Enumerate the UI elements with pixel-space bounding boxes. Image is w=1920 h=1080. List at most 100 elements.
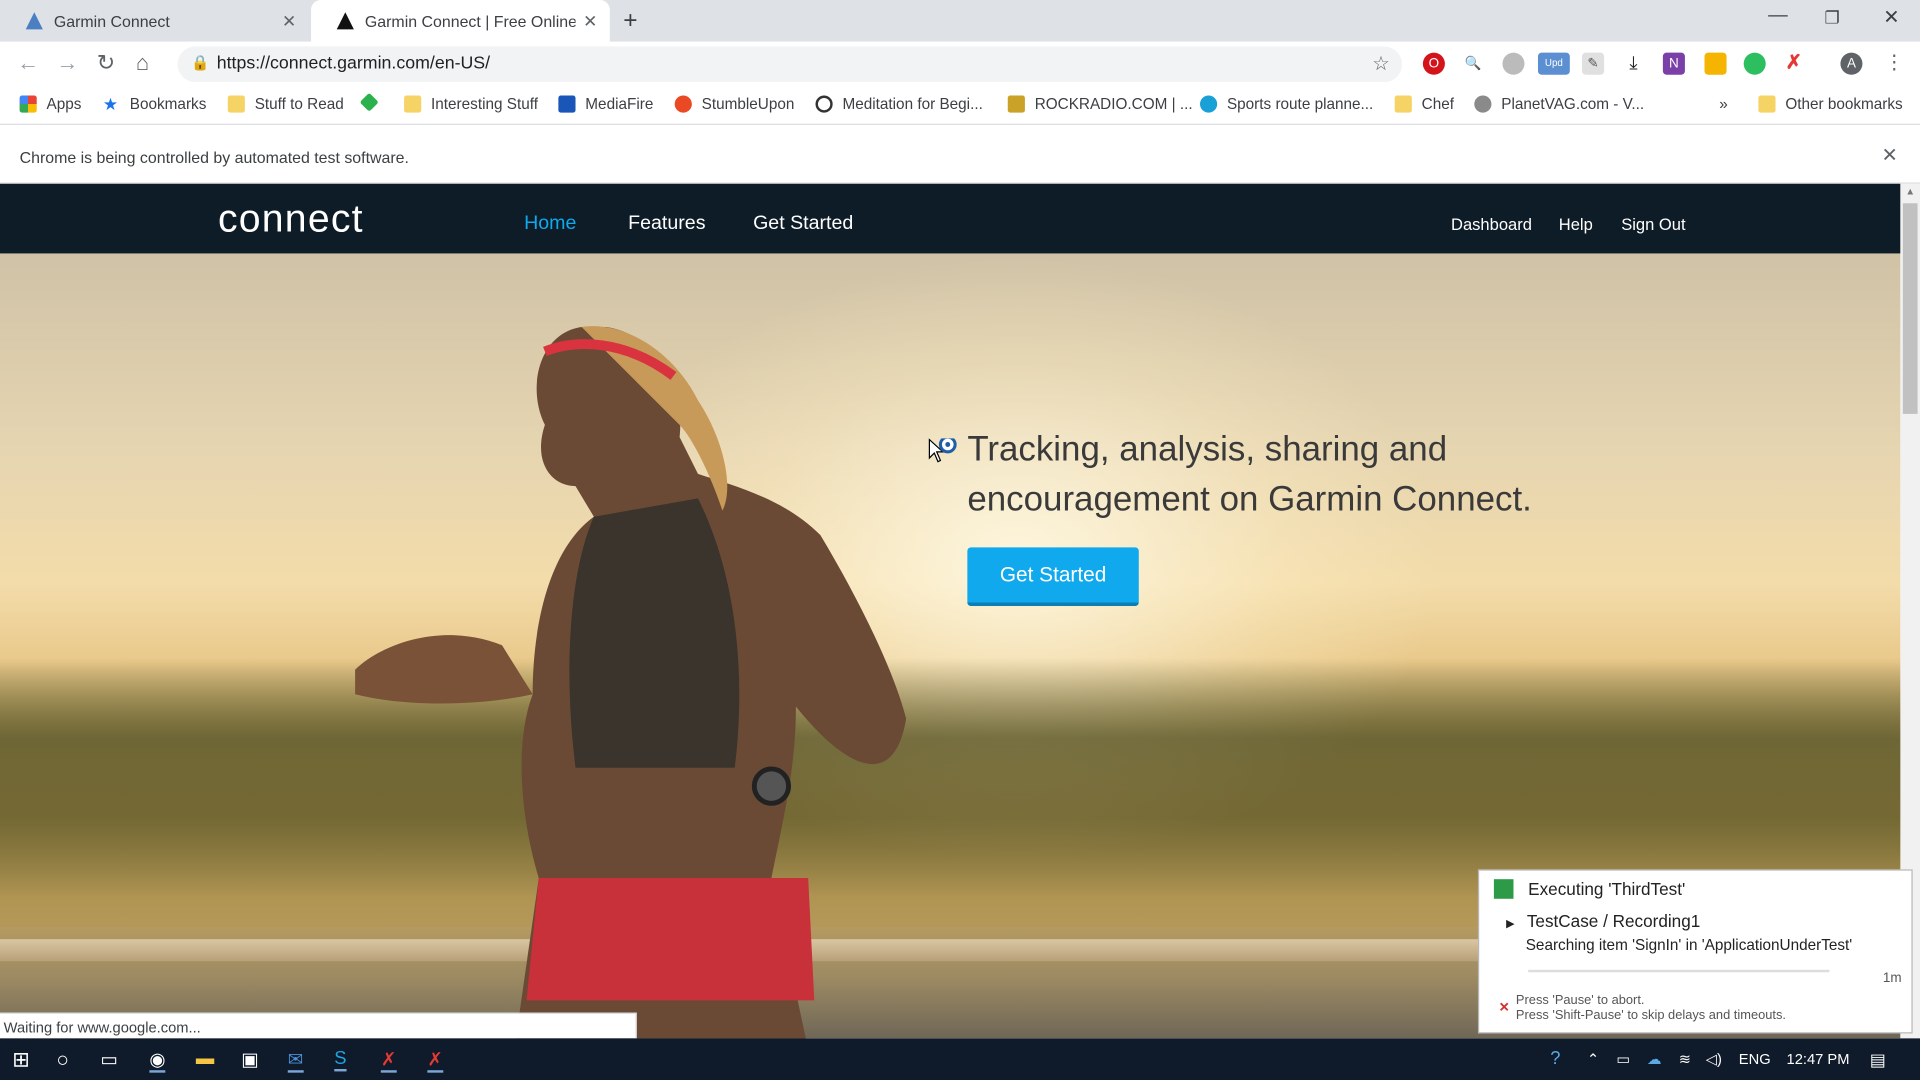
bookmark-stumbleupon[interactable]: StumbleUpon	[674, 95, 794, 113]
scroll-up-arrow-icon[interactable]: ▲	[1905, 186, 1915, 197]
automation-infobar: Chrome is being controlled by automated …	[0, 126, 1920, 184]
tab-title: Garmin Connect | Free Online Fit	[364, 11, 576, 31]
folder-icon	[404, 95, 422, 113]
bookmark-rockradio[interactable]: ROCKRADIO.COM | ...	[1007, 95, 1193, 113]
hero-title: Tracking, analysis, sharing and encourag…	[967, 429, 1532, 520]
tab-title: Garmin Connect	[53, 11, 170, 31]
mouse-pointer-icon	[928, 438, 957, 463]
tab-garmin-connect[interactable]: Garmin Connect ✕	[0, 0, 309, 42]
play-arrow-icon: ▶	[1506, 917, 1515, 930]
bookmark-star-icon[interactable]: ☆	[1372, 51, 1390, 75]
nav-home[interactable]: Home	[524, 213, 576, 235]
language-indicator[interactable]: ENG	[1739, 1051, 1771, 1068]
bookmark-feedly[interactable]	[359, 92, 385, 112]
garmin-triangle-icon	[336, 11, 356, 31]
edit-extension-icon[interactable]: ✎	[1582, 52, 1605, 75]
onedrive-icon[interactable]: ☁	[1647, 1051, 1662, 1068]
download-icon[interactable]: ⤓	[1622, 52, 1645, 75]
testcase-row: ▶ TestCase / Recording1	[1506, 911, 1700, 931]
wifi-icon[interactable]: ≋	[1679, 1051, 1691, 1068]
connect-logo[interactable]: connect	[218, 196, 364, 241]
bookmark-planetvag[interactable]: PlanetVAG.com - V...	[1474, 95, 1645, 113]
forward-arrow-icon[interactable]: →	[56, 50, 78, 76]
bookmark-bookmarks[interactable]: ★ Bookmarks	[103, 96, 207, 113]
url-text[interactable]: https://connect.garmin.com/en-US/	[217, 54, 490, 74]
task-view-icon[interactable]: ▭	[100, 1048, 117, 1070]
bookmark-label: Other bookmarks	[1785, 95, 1903, 113]
scrollbar-thumb[interactable]	[1902, 203, 1918, 414]
bookmark-stuff-to-read[interactable]: Stuff to Read	[227, 95, 344, 113]
bookmark-interesting-stuff[interactable]: Interesting Stuff	[404, 95, 538, 113]
magnifier-extension-icon[interactable]: 🔍	[1462, 52, 1485, 75]
ranorex-extension-icon[interactable]: ✗	[1782, 52, 1805, 75]
close-window-icon[interactable]: ✕	[1883, 5, 1899, 29]
nav-features[interactable]: Features	[628, 213, 705, 235]
battery-icon[interactable]: ▭	[1616, 1051, 1630, 1068]
chevron-up-icon[interactable]: ⌃	[1587, 1051, 1599, 1068]
folder-icon	[1394, 95, 1412, 113]
bookmark-label: PlanetVAG.com - V...	[1501, 95, 1645, 113]
executing-label: Executing 'ThirdTest'	[1528, 879, 1686, 899]
infobar-text: Chrome is being controlled by automated …	[19, 148, 409, 167]
bookmark-label: Sports route planne...	[1226, 95, 1374, 113]
other-bookmarks[interactable]: Other bookmarks	[1758, 95, 1903, 113]
notifications-icon[interactable]: ▤	[1870, 1049, 1886, 1070]
chrome-taskbar-icon[interactable]: ◉	[149, 1048, 166, 1073]
bookmarks-bar: Apps ★ Bookmarks Stuff to Read Interestin…	[0, 85, 1920, 125]
back-arrow-icon[interactable]: ←	[17, 50, 39, 76]
address-bar[interactable]: 🔒 https://connect.garmin.com/en-US/ ☆	[177, 46, 1403, 83]
bookmark-label: Stuff to Read	[254, 95, 344, 113]
update-extension-icon[interactable]: Upd	[1537, 52, 1570, 75]
nav-help[interactable]: Help	[1559, 216, 1593, 234]
bookmark-sports-route[interactable]: Sports route planne...	[1200, 95, 1374, 113]
ranorex-taskbar-icon[interactable]: ✗	[380, 1048, 397, 1073]
tab-garmin-free-online[interactable]: Garmin Connect | Free Online Fit ✕	[311, 0, 610, 42]
outlook-taskbar-icon[interactable]: ✉	[287, 1048, 304, 1073]
skype-taskbar-icon[interactable]: S	[334, 1048, 347, 1072]
bookmark-label: Bookmarks	[129, 95, 207, 113]
cortana-circle-icon[interactable]: ○	[56, 1048, 69, 1072]
close-tab-icon[interactable]: ✕	[282, 10, 296, 31]
onenote-extension-icon[interactable]: N	[1662, 52, 1685, 75]
bookmark-mediafire[interactable]: MediaFire	[558, 95, 654, 113]
minimize-icon[interactable]: —	[1768, 5, 1788, 27]
app-taskbar-icon[interactable]: ▣	[241, 1048, 258, 1070]
nav-dashboard[interactable]: Dashboard	[1451, 216, 1532, 234]
stumbleupon-icon	[674, 95, 692, 113]
home-icon[interactable]: ⌂	[136, 50, 149, 76]
close-icon[interactable]: ✕	[1882, 143, 1898, 167]
new-tab-button[interactable]: +	[623, 7, 637, 35]
route-icon	[1200, 95, 1218, 113]
nav-get-started[interactable]: Get Started	[753, 213, 853, 235]
clock[interactable]: 12:47 PM	[1787, 1051, 1850, 1068]
evernote-extension-icon[interactable]	[1743, 52, 1766, 75]
restore-icon[interactable]: ❐	[1825, 7, 1840, 28]
lock-icon: 🔒	[191, 53, 210, 72]
searching-text: Searching item 'SignIn' in 'ApplicationU…	[1525, 936, 1853, 954]
ranorex-studio-taskbar-icon[interactable]: ✗	[427, 1048, 443, 1073]
close-tab-icon[interactable]: ✕	[583, 10, 597, 31]
bookmark-label: MediaFire	[585, 95, 654, 113]
get-started-button[interactable]: Get Started	[967, 547, 1139, 607]
file-explorer-icon[interactable]: ▬	[196, 1048, 214, 1069]
ring-icon	[815, 95, 833, 113]
nav-sign-out[interactable]: Sign Out	[1621, 216, 1685, 234]
windows-taskbar: ⊞ ○ ▭ ◉ ▬ ▣ ✉ S ✗ ✗ ? ⌃ ▭ ☁ ≋ ◁) ENG 12:…	[0, 1038, 1920, 1080]
more-bookmarks-button[interactable]: »	[1719, 96, 1728, 113]
star-icon: ★	[102, 94, 119, 114]
help-tray-icon[interactable]: ?	[1550, 1048, 1560, 1069]
menu-kebab-icon[interactable]: ⋮	[1883, 52, 1906, 75]
profile-avatar[interactable]: A	[1840, 52, 1863, 75]
windows-start-icon[interactable]: ⊞	[12, 1048, 29, 1072]
volume-icon[interactable]: ◁)	[1706, 1051, 1722, 1068]
circle-extension-icon[interactable]	[1502, 52, 1525, 75]
bookmark-meditation[interactable]: Meditation for Begi...	[815, 95, 983, 113]
bookmark-apps[interactable]: Apps	[19, 95, 81, 113]
bookmark-chef[interactable]: Chef	[1394, 95, 1454, 113]
opera-extension-icon[interactable]: O	[1422, 52, 1445, 75]
bookmark-label: Meditation for Begi...	[842, 95, 983, 113]
sheets-extension-icon[interactable]	[1704, 52, 1727, 75]
tab-strip: Garmin Connect ✕ Garmin Connect | Free O…	[0, 0, 1920, 42]
planetvag-icon	[1474, 95, 1492, 113]
reload-icon[interactable]: ↻	[97, 50, 115, 76]
